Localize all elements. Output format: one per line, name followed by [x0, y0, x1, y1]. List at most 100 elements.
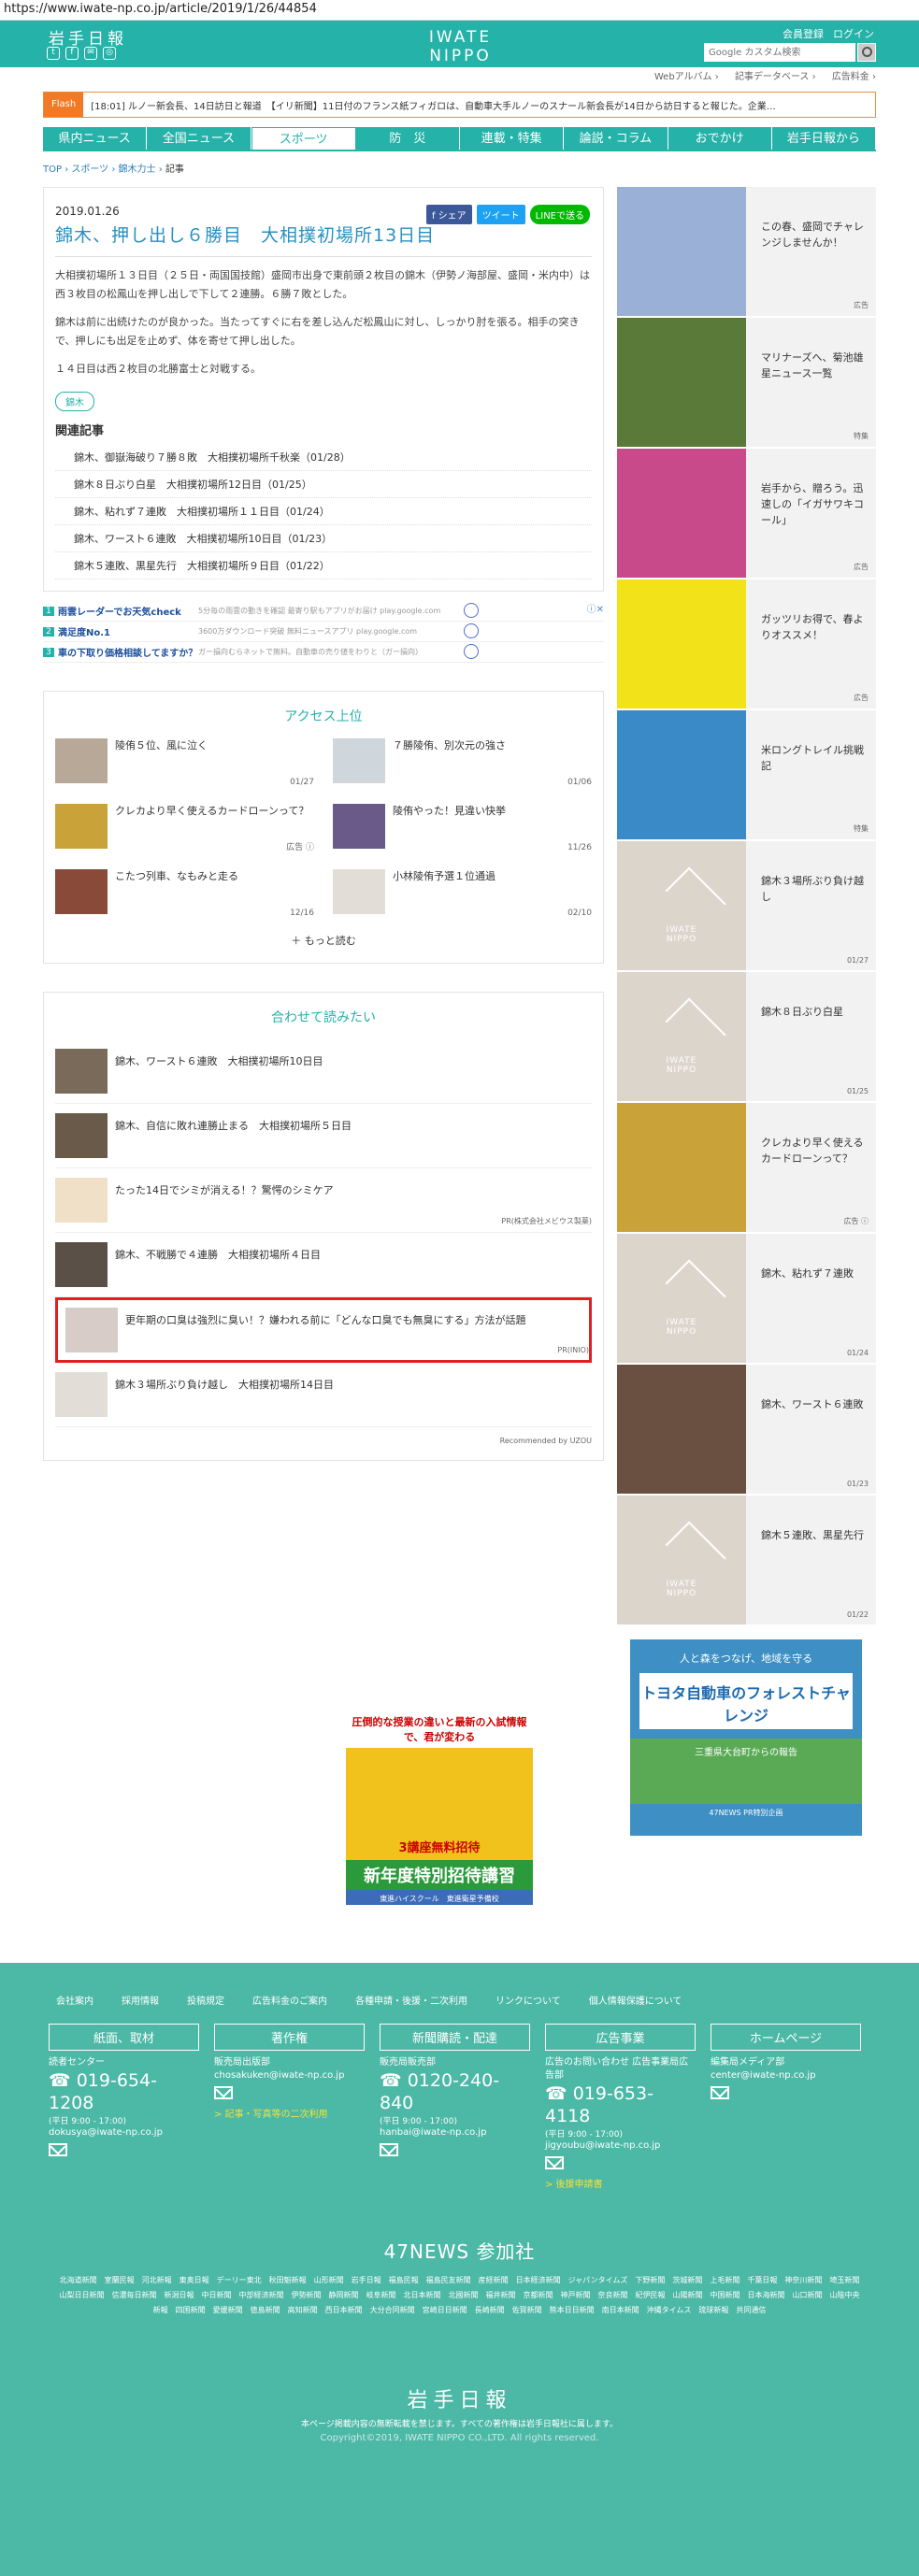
recommend-item[interactable]: 錦木、不戦勝で４連勝 大相撲初場所４日目: [55, 1233, 592, 1297]
side-text[interactable]: 岩手から、贈ろう。迅速しの「イガサワキコール」: [746, 449, 876, 578]
flash-news[interactable]: Flash [18:01] ルノー新会長、14日訪日と報道 【イリ新聞】11日付…: [43, 92, 876, 118]
nav-sports[interactable]: スポーツ: [251, 127, 356, 150]
nav-disaster[interactable]: 防 災: [355, 127, 460, 150]
mail-icon[interactable]: [380, 2143, 398, 2156]
related-item[interactable]: 錦木８日ぶり白星 大相撲初場所12日目（01/25）: [55, 471, 592, 498]
side-item[interactable]: 米ロングトレイル挑戦記 特集: [617, 710, 876, 839]
side-text[interactable]: ガッツリお得で、春よりオススメ！: [746, 580, 876, 708]
contact-mail[interactable]: dokusya@iwate-np.co.jp: [49, 2126, 199, 2140]
ranking-item[interactable]: 小林陵侑予選１位通過 02/10: [333, 869, 592, 918]
flash-text[interactable]: [18:01] ルノー新会長、14日訪日と報道 【イリ新聞】11日付のフランス紙…: [91, 98, 776, 112]
ranking-text[interactable]: クレカより早く使えるカードローンって？: [115, 804, 309, 852]
recommend-item[interactable]: 錦木、自信に敗れ連勝止まる 大相撲初場所５日目: [55, 1104, 592, 1168]
ranking-item[interactable]: ７勝陵侑、別次元の強さ 01/06: [333, 738, 592, 787]
nav-national[interactable]: 全国ニュース: [147, 127, 251, 150]
recommend-text[interactable]: 錦木、不戦勝で４連勝 大相撲初場所４日目: [115, 1242, 321, 1287]
side-text[interactable]: 錦木３場所ぶり負け越し: [746, 841, 876, 970]
side-item[interactable]: 錦木３場所ぶり負け越し01/27: [617, 841, 876, 970]
chevron-right-icon[interactable]: [464, 623, 479, 638]
recommend-text[interactable]: 錦木３場所ぶり負け越し 大相撲初場所14日目: [115, 1372, 334, 1417]
ranking-item[interactable]: こたつ列車、なもみと走る 12/16: [55, 869, 314, 918]
chevron-right-icon[interactable]: [464, 603, 479, 618]
footer-link[interactable]: 会社案内: [56, 1993, 93, 2007]
recommend-text[interactable]: 錦木、自信に敗れ連勝止まる 大相撲初場所５日目: [115, 1113, 352, 1158]
recommend-text[interactable]: 錦木、ワースト６連敗 大相撲初場所10日目: [115, 1049, 323, 1094]
nav-local[interactable]: 県内ニュース: [43, 127, 148, 150]
side-item[interactable]: 岩手から、贈ろう。迅速しの「イガサワキコール」 広告: [617, 449, 876, 578]
side-text[interactable]: 錦木、ワースト６連敗: [746, 1365, 872, 1494]
ad-title[interactable]: 満足度No.1: [58, 624, 198, 638]
search-icon[interactable]: [857, 43, 876, 62]
line-share-button[interactable]: LINEで送る: [529, 205, 590, 224]
sponsorship-link[interactable]: > 後援申請書: [545, 2176, 696, 2190]
adchoices-icon[interactable]: ⓘ✕: [587, 601, 604, 615]
sublink-database[interactable]: 記事データベース ›: [735, 72, 816, 82]
side-item[interactable]: ガッツリお得で、春よりオススメ！ 広告: [617, 580, 876, 708]
mail-icon[interactable]: [545, 2156, 564, 2169]
contact-mail[interactable]: chosakuken@iwate-np.co.jp: [214, 2069, 365, 2082]
side-text[interactable]: この春、盛岡でチャレンジしませんか！: [746, 187, 876, 316]
footer-link[interactable]: 投稿規定: [187, 1993, 224, 2007]
side-item[interactable]: この春、盛岡でチャレンジしませんか！ 広告: [617, 187, 876, 316]
phone-number[interactable]: ☎ 019-653-4118: [545, 2082, 696, 2127]
mail-icon[interactable]: [214, 2086, 233, 2099]
recommend-item-highlighted[interactable]: 更年期の口臭は強烈に臭い！？嫌われる前に「どんな口臭でも無臭にする」方法が話題 P…: [55, 1297, 592, 1363]
side-text[interactable]: クレカより早く使えるカードローンって？: [746, 1103, 876, 1232]
nav-column[interactable]: 論説・コラム: [564, 127, 668, 150]
side-text[interactable]: 錦木５連敗、黒星先行: [746, 1496, 873, 1624]
ad-row[interactable]: 2 満足度No.1 3600万ダウンロード突破 無料ニュースアプリ play.g…: [43, 622, 604, 642]
facebook-icon[interactable]: f: [65, 47, 79, 60]
tweet-button[interactable]: ツイート: [476, 205, 525, 224]
related-item[interactable]: 錦木５連敗、黒星先行 大相撲初場所９日目（01/22）: [55, 552, 592, 580]
recommend-text[interactable]: 更年期の口臭は強烈に臭い！？嫌われる前に「どんな口臭でも無臭にする」方法が話題: [125, 1308, 526, 1352]
related-item[interactable]: 錦木、ワースト６連敗 大相撲初場所10日目（01/23）: [55, 525, 592, 552]
login-link[interactable]: ログイン: [833, 26, 874, 41]
ranking-item[interactable]: 陵侑やった！見違い快挙 11/26: [333, 804, 592, 852]
nav-from-iwate[interactable]: 岩手日報から: [771, 127, 876, 150]
side-text[interactable]: 錦木８日ぶり白星: [746, 972, 853, 1101]
tag-nishikigi[interactable]: 錦木: [55, 392, 94, 411]
mail-icon[interactable]: [49, 2143, 67, 2156]
chevron-right-icon[interactable]: [464, 644, 479, 659]
nav-features[interactable]: 連載・特集: [460, 127, 565, 150]
side-text[interactable]: 錦木、粘れず７連敗: [746, 1234, 863, 1363]
register-link[interactable]: 会員登録: [783, 26, 824, 41]
recommend-item[interactable]: 錦木、ワースト６連敗 大相撲初場所10日目: [55, 1039, 592, 1104]
nav-outing[interactable]: おでかけ: [668, 127, 772, 150]
side-ad-banner[interactable]: 人と森をつなげ、地域を守る トヨタ自動車のフォレストチャレンジ 三重県大台町から…: [630, 1639, 862, 1836]
footer-link[interactable]: 広告料金のご案内: [252, 1993, 327, 2007]
footer-link[interactable]: 個人情報保護について: [589, 1993, 682, 2007]
breadcrumb-sports[interactable]: スポーツ: [71, 165, 108, 175]
ranking-item[interactable]: 陵侑５位、風に泣く 01/27: [55, 738, 314, 787]
side-item[interactable]: 錦木、粘れず７連敗01/24: [617, 1234, 876, 1363]
mail-icon[interactable]: ✉: [84, 47, 97, 60]
instagram-icon[interactable]: ◎: [103, 47, 116, 60]
side-text[interactable]: 米ロングトレイル挑戦記: [746, 710, 876, 839]
recommend-text[interactable]: たった14日でシミが消える！？驚愕のシミケア: [115, 1178, 334, 1223]
breadcrumb-top[interactable]: TOP: [43, 165, 62, 175]
side-item[interactable]: マリナーズへ、菊池雄星ニュース一覧 特集: [617, 318, 876, 447]
side-item[interactable]: クレカより早く使えるカードローンって？ 広告 ⓘ: [617, 1103, 876, 1232]
side-item[interactable]: 錦木５連敗、黒星先行01/22: [617, 1496, 876, 1624]
secondary-use-link[interactable]: > 記事・写真等の二次利用: [214, 2106, 365, 2120]
47news-papers[interactable]: 北海道新聞 室蘭民報 河北新報 東奥日報 デーリー東北 秋田魁新報 山形新聞 岩…: [58, 2273, 868, 2318]
footer-link[interactable]: 各種申請・後援・二次利用: [355, 1993, 467, 2007]
ranking-text[interactable]: 小林陵侑予選１位通過: [393, 869, 495, 918]
side-item[interactable]: 錦木８日ぶり白星01/25: [617, 972, 876, 1101]
ad-title[interactable]: 車の下取り価格相談してますか？: [58, 645, 198, 659]
mail-icon[interactable]: [711, 2086, 729, 2099]
side-text[interactable]: マリナーズへ、菊池雄星ニュース一覧: [746, 318, 876, 447]
site-logo[interactable]: 岩手日報: [49, 25, 127, 49]
related-item[interactable]: 錦木、御嶽海破り７勝８敗 大相撲初場所千秋楽（01/28）: [55, 444, 592, 471]
ranking-text[interactable]: ７勝陵侑、別次元の強さ: [393, 738, 506, 787]
search-input[interactable]: [704, 43, 855, 62]
facebook-share-button[interactable]: f シェア: [425, 205, 472, 224]
footer-logo[interactable]: 岩手日報: [0, 2383, 919, 2413]
ranking-text[interactable]: こたつ列車、なもみと走る: [115, 869, 238, 918]
ranking-text[interactable]: 陵侑やった！見違い快挙: [393, 804, 506, 852]
side-item[interactable]: 錦木、ワースト６連敗 01/23: [617, 1365, 876, 1494]
recommend-item[interactable]: たった14日でシミが消える！？驚愕のシミケア PR(株式会社メビウス製薬): [55, 1168, 592, 1233]
more-button[interactable]: ＋ もっと読む: [55, 933, 592, 948]
phone-number[interactable]: ☎ 019-654-1208: [49, 2069, 199, 2114]
twitter-icon[interactable]: t: [47, 47, 60, 60]
